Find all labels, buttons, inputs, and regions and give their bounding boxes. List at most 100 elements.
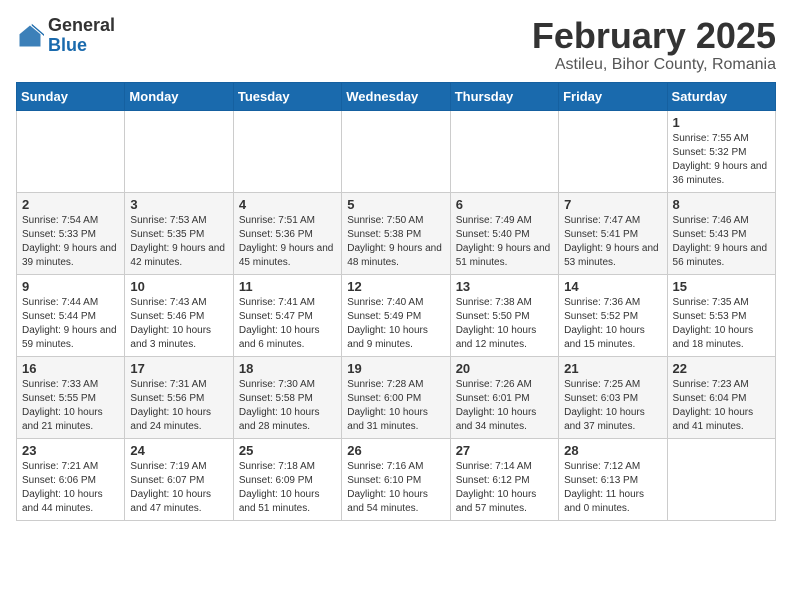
day-number: 20	[456, 361, 553, 376]
calendar-cell	[233, 110, 341, 192]
day-number: 27	[456, 443, 553, 458]
calendar-week-row: 2 Sunrise: 7:54 AM Sunset: 5:33 PM Daylig…	[17, 192, 776, 274]
day-info: Sunrise: 7:33 AM Sunset: 5:55 PM Dayligh…	[22, 378, 119, 434]
day-info: Sunrise: 7:18 AM Sunset: 6:09 PM Dayligh…	[239, 460, 336, 516]
day-info: Sunrise: 7:40 AM Sunset: 5:49 PM Dayligh…	[347, 296, 444, 352]
title-area: February 2025 Astileu, Bihor County, Rom…	[532, 16, 776, 74]
day-number: 13	[456, 279, 553, 294]
day-number: 28	[564, 443, 661, 458]
day-info: Sunrise: 7:31 AM Sunset: 5:56 PM Dayligh…	[130, 378, 227, 434]
calendar-cell: 24 Sunrise: 7:19 AM Sunset: 6:07 PM Dayli…	[125, 438, 233, 520]
calendar-cell: 6 Sunrise: 7:49 AM Sunset: 5:40 PM Daylig…	[450, 192, 558, 274]
day-info: Sunrise: 7:41 AM Sunset: 5:47 PM Dayligh…	[239, 296, 336, 352]
calendar-cell	[667, 438, 775, 520]
day-info: Sunrise: 7:26 AM Sunset: 6:01 PM Dayligh…	[456, 378, 553, 434]
weekday-header-cell: Thursday	[450, 82, 558, 110]
day-number: 24	[130, 443, 227, 458]
day-info: Sunrise: 7:50 AM Sunset: 5:38 PM Dayligh…	[347, 214, 444, 270]
calendar-cell: 16Sunrise: 7:33 AM Sunset: 5:55 PM Dayli…	[17, 356, 125, 438]
calendar-cell: 27 Sunrise: 7:14 AM Sunset: 6:12 PM Dayli…	[450, 438, 558, 520]
calendar-cell: 15Sunrise: 7:35 AM Sunset: 5:53 PM Dayli…	[667, 274, 775, 356]
calendar-cell: 11Sunrise: 7:41 AM Sunset: 5:47 PM Dayli…	[233, 274, 341, 356]
day-info: Sunrise: 7:46 AM Sunset: 5:43 PM Dayligh…	[673, 214, 770, 270]
day-info: Sunrise: 7:51 AM Sunset: 5:36 PM Dayligh…	[239, 214, 336, 270]
day-number: 19	[347, 361, 444, 376]
calendar-cell: 9 Sunrise: 7:44 AM Sunset: 5:44 PM Daylig…	[17, 274, 125, 356]
calendar-cell: 8 Sunrise: 7:46 AM Sunset: 5:43 PM Daylig…	[667, 192, 775, 274]
day-number: 3	[130, 197, 227, 212]
day-number: 9	[22, 279, 119, 294]
calendar-week-row: 23Sunrise: 7:21 AM Sunset: 6:06 PM Dayli…	[17, 438, 776, 520]
day-number: 17	[130, 361, 227, 376]
calendar-body: 1Sunrise: 7:55 AM Sunset: 5:32 PM Daylig…	[17, 110, 776, 520]
day-number: 5	[347, 197, 444, 212]
day-number: 18	[239, 361, 336, 376]
calendar-cell: 7 Sunrise: 7:47 AM Sunset: 5:41 PM Daylig…	[559, 192, 667, 274]
calendar-cell: 3 Sunrise: 7:53 AM Sunset: 5:35 PM Daylig…	[125, 192, 233, 274]
calendar-cell: 1Sunrise: 7:55 AM Sunset: 5:32 PM Daylig…	[667, 110, 775, 192]
calendar-cell: 14 Sunrise: 7:36 AM Sunset: 5:52 PM Dayli…	[559, 274, 667, 356]
day-info: Sunrise: 7:16 AM Sunset: 6:10 PM Dayligh…	[347, 460, 444, 516]
calendar-cell	[125, 110, 233, 192]
day-info: Sunrise: 7:19 AM Sunset: 6:07 PM Dayligh…	[130, 460, 227, 516]
day-info: Sunrise: 7:53 AM Sunset: 5:35 PM Dayligh…	[130, 214, 227, 270]
calendar-cell: 2 Sunrise: 7:54 AM Sunset: 5:33 PM Daylig…	[17, 192, 125, 274]
day-info: Sunrise: 7:55 AM Sunset: 5:32 PM Dayligh…	[673, 132, 770, 188]
calendar-cell	[559, 110, 667, 192]
calendar-cell	[342, 110, 450, 192]
calendar-cell: 20 Sunrise: 7:26 AM Sunset: 6:01 PM Dayli…	[450, 356, 558, 438]
day-number: 10	[130, 279, 227, 294]
month-title: February 2025	[532, 16, 776, 56]
calendar-table: SundayMondayTuesdayWednesdayThursdayFrid…	[16, 82, 776, 521]
day-info: Sunrise: 7:30 AM Sunset: 5:58 PM Dayligh…	[239, 378, 336, 434]
day-info: Sunrise: 7:23 AM Sunset: 6:04 PM Dayligh…	[673, 378, 770, 434]
location-title: Astileu, Bihor County, Romania	[532, 56, 776, 74]
day-info: Sunrise: 7:54 AM Sunset: 5:33 PM Dayligh…	[22, 214, 119, 270]
calendar-cell	[450, 110, 558, 192]
weekday-header-cell: Wednesday	[342, 82, 450, 110]
calendar-cell: 28 Sunrise: 7:12 AM Sunset: 6:13 PM Dayli…	[559, 438, 667, 520]
weekday-header-cell: Monday	[125, 82, 233, 110]
day-number: 21	[564, 361, 661, 376]
calendar-cell: 4 Sunrise: 7:51 AM Sunset: 5:36 PM Daylig…	[233, 192, 341, 274]
day-info: Sunrise: 7:47 AM Sunset: 5:41 PM Dayligh…	[564, 214, 661, 270]
calendar-cell: 12 Sunrise: 7:40 AM Sunset: 5:49 PM Dayli…	[342, 274, 450, 356]
calendar-week-row: 1Sunrise: 7:55 AM Sunset: 5:32 PM Daylig…	[17, 110, 776, 192]
header: General Blue February 2025 Astileu, Biho…	[16, 16, 776, 74]
day-number: 25	[239, 443, 336, 458]
weekday-header-cell: Sunday	[17, 82, 125, 110]
day-info: Sunrise: 7:38 AM Sunset: 5:50 PM Dayligh…	[456, 296, 553, 352]
day-info: Sunrise: 7:14 AM Sunset: 6:12 PM Dayligh…	[456, 460, 553, 516]
day-number: 2	[22, 197, 119, 212]
day-number: 22	[673, 361, 770, 376]
calendar-cell: 21 Sunrise: 7:25 AM Sunset: 6:03 PM Dayli…	[559, 356, 667, 438]
weekday-header-cell: Friday	[559, 82, 667, 110]
day-info: Sunrise: 7:44 AM Sunset: 5:44 PM Dayligh…	[22, 296, 119, 352]
day-number: 12	[347, 279, 444, 294]
calendar-cell: 23Sunrise: 7:21 AM Sunset: 6:06 PM Dayli…	[17, 438, 125, 520]
day-info: Sunrise: 7:25 AM Sunset: 6:03 PM Dayligh…	[564, 378, 661, 434]
day-info: Sunrise: 7:36 AM Sunset: 5:52 PM Dayligh…	[564, 296, 661, 352]
calendar-cell: 10Sunrise: 7:43 AM Sunset: 5:46 PM Dayli…	[125, 274, 233, 356]
day-info: Sunrise: 7:49 AM Sunset: 5:40 PM Dayligh…	[456, 214, 553, 270]
day-number: 15	[673, 279, 770, 294]
day-info: Sunrise: 7:12 AM Sunset: 6:13 PM Dayligh…	[564, 460, 661, 516]
day-info: Sunrise: 7:21 AM Sunset: 6:06 PM Dayligh…	[22, 460, 119, 516]
calendar-cell: 26Sunrise: 7:16 AM Sunset: 6:10 PM Dayli…	[342, 438, 450, 520]
logo-icon	[16, 22, 44, 50]
logo-text: General Blue	[48, 16, 115, 56]
day-number: 14	[564, 279, 661, 294]
day-number: 4	[239, 197, 336, 212]
calendar-cell: 5 Sunrise: 7:50 AM Sunset: 5:38 PM Daylig…	[342, 192, 450, 274]
day-number: 7	[564, 197, 661, 212]
weekday-header-cell: Tuesday	[233, 82, 341, 110]
calendar-cell: 13 Sunrise: 7:38 AM Sunset: 5:50 PM Dayli…	[450, 274, 558, 356]
day-number: 6	[456, 197, 553, 212]
calendar-cell: 18 Sunrise: 7:30 AM Sunset: 5:58 PM Dayli…	[233, 356, 341, 438]
weekday-header-row: SundayMondayTuesdayWednesdayThursdayFrid…	[17, 82, 776, 110]
calendar-cell: 25 Sunrise: 7:18 AM Sunset: 6:09 PM Dayli…	[233, 438, 341, 520]
calendar-week-row: 16Sunrise: 7:33 AM Sunset: 5:55 PM Dayli…	[17, 356, 776, 438]
calendar-week-row: 9 Sunrise: 7:44 AM Sunset: 5:44 PM Daylig…	[17, 274, 776, 356]
day-number: 8	[673, 197, 770, 212]
calendar-cell: 19Sunrise: 7:28 AM Sunset: 6:00 PM Dayli…	[342, 356, 450, 438]
